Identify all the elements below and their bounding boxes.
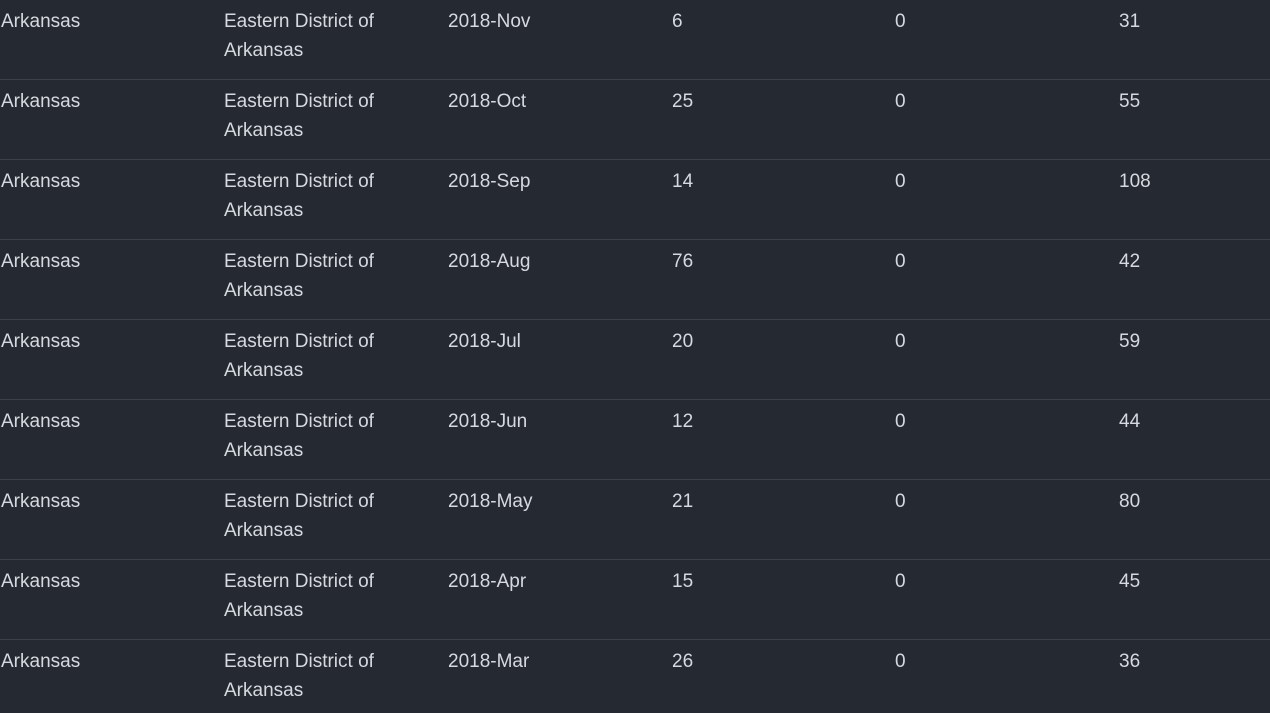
cell-value-3: 31	[1119, 11, 1141, 32]
cell-state: Arkansas	[1, 331, 81, 352]
cell-value-1: 6	[672, 11, 683, 32]
data-table: Arkansas Eastern District of Arkansas 20…	[0, 0, 1270, 713]
cell-state: Arkansas	[1, 491, 81, 512]
cell-value-3: 108	[1119, 171, 1151, 192]
cell-month: 2018-Jun	[448, 411, 528, 432]
table-row: Arkansas Eastern District of Arkansas 20…	[0, 80, 1270, 160]
cell-value-1: 76	[672, 251, 694, 272]
cell-month: 2018-Oct	[448, 91, 527, 112]
cell-value-3: 36	[1119, 651, 1141, 672]
cell-state: Arkansas	[1, 91, 81, 112]
cell-month: 2018-May	[448, 491, 533, 512]
cell-month: 2018-Mar	[448, 651, 530, 672]
cell-value-2: 0	[895, 251, 906, 272]
cell-value-2: 0	[895, 91, 906, 112]
cell-state: Arkansas	[1, 571, 81, 592]
table-row: Arkansas Eastern District of Arkansas 20…	[0, 560, 1270, 640]
cell-state: Arkansas	[1, 411, 81, 432]
cell-value-2: 0	[895, 491, 906, 512]
cell-district: Eastern District of Arkansas	[224, 331, 374, 381]
cell-district: Eastern District of Arkansas	[224, 411, 374, 461]
cell-state: Arkansas	[1, 11, 81, 32]
cell-state: Arkansas	[1, 171, 81, 192]
cell-district: Eastern District of Arkansas	[224, 491, 374, 541]
cell-value-1: 15	[672, 571, 694, 592]
table-row: Arkansas Eastern District of Arkansas 20…	[0, 160, 1270, 240]
cell-value-1: 14	[672, 171, 694, 192]
cell-month: 2018-Nov	[448, 11, 531, 32]
cell-district: Eastern District of Arkansas	[224, 11, 374, 61]
cell-district: Eastern District of Arkansas	[224, 91, 374, 141]
cell-value-2: 0	[895, 651, 906, 672]
cell-value-1: 20	[672, 331, 694, 352]
cell-value-1: 26	[672, 651, 694, 672]
cell-value-1: 21	[672, 491, 694, 512]
cell-value-2: 0	[895, 571, 906, 592]
cell-state: Arkansas	[1, 651, 81, 672]
cell-value-2: 0	[895, 411, 906, 432]
cell-value-2: 0	[895, 171, 906, 192]
cell-month: 2018-Apr	[448, 571, 527, 592]
table-row: Arkansas Eastern District of Arkansas 20…	[0, 320, 1270, 400]
cell-value-3: 80	[1119, 491, 1141, 512]
table-row: Arkansas Eastern District of Arkansas 20…	[0, 0, 1270, 80]
table-row: Arkansas Eastern District of Arkansas 20…	[0, 400, 1270, 480]
cell-district: Eastern District of Arkansas	[224, 171, 374, 221]
cell-value-1: 12	[672, 411, 694, 432]
cell-value-3: 42	[1119, 251, 1141, 272]
cell-value-1: 25	[672, 91, 694, 112]
table-row: Arkansas Eastern District of Arkansas 20…	[0, 240, 1270, 320]
cell-value-3: 59	[1119, 331, 1141, 352]
table-row: Arkansas Eastern District of Arkansas 20…	[0, 640, 1270, 713]
cell-district: Eastern District of Arkansas	[224, 651, 374, 701]
cell-district: Eastern District of Arkansas	[224, 571, 374, 621]
table-row: Arkansas Eastern District of Arkansas 20…	[0, 480, 1270, 560]
cell-month: 2018-Sep	[448, 171, 531, 192]
cell-value-2: 0	[895, 331, 906, 352]
cell-value-2: 0	[895, 11, 906, 32]
cell-value-3: 55	[1119, 91, 1141, 112]
cell-month: 2018-Jul	[448, 331, 521, 352]
cell-value-3: 44	[1119, 411, 1141, 432]
cell-district: Eastern District of Arkansas	[224, 251, 374, 301]
cell-value-3: 45	[1119, 571, 1141, 592]
cell-month: 2018-Aug	[448, 251, 531, 272]
cell-state: Arkansas	[1, 251, 81, 272]
